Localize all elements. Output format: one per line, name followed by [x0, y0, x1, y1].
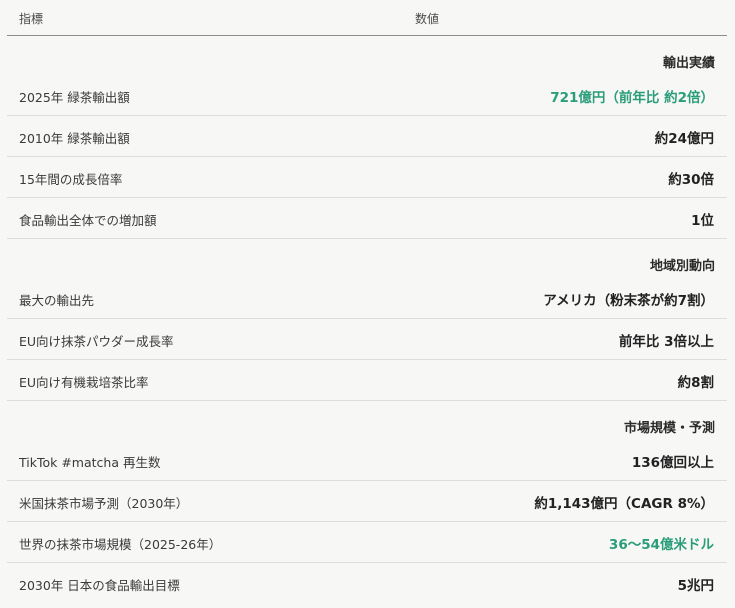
row-label: 2025年 緑茶輸出額	[19, 90, 130, 105]
row-label: 2010年 緑茶輸出額	[19, 131, 130, 146]
row-value: 136億回以上	[631, 455, 714, 471]
table-row: 15年間の成長倍率 約30倍	[7, 157, 727, 198]
table-header: 指標 数値	[7, 0, 727, 36]
row-label: EU向け抹茶パウダー成長率	[19, 334, 174, 349]
row-value: 5兆円	[677, 578, 714, 594]
row-value: 約30倍	[668, 172, 714, 188]
row-value: 約1,143億円（CAGR 8%）	[534, 496, 714, 512]
row-value: 約8割	[677, 375, 714, 391]
section-heading-market-forecast: 市場規模・予測	[623, 421, 715, 436]
row-label: 最大の輸出先	[19, 293, 95, 308]
row-label: 食品輸出全体での増加額	[19, 213, 157, 228]
row-value: アメリカ（粉末茶が約7割）	[543, 293, 714, 309]
table-row: 2030年 日本の食品輸出目標 5兆円	[7, 563, 727, 603]
section-heading-regional-trends: 地域別動向	[649, 259, 715, 274]
row-label: 15年間の成長倍率	[19, 172, 123, 187]
table-row: EU向け抹茶パウダー成長率 前年比 3倍以上	[7, 319, 727, 360]
row-label: EU向け有機栽培茶比率	[19, 375, 149, 390]
row-value: 1位	[691, 213, 714, 229]
row-label: TikTok #matcha 再生数	[19, 455, 161, 470]
row-value: 36〜54億米ドル	[608, 537, 714, 553]
table-row: TikTok #matcha 再生数 136億回以上	[7, 440, 727, 481]
table-row: 食品輸出全体での増加額 1位	[7, 198, 727, 239]
table-row: 最大の輸出先 アメリカ（粉末茶が約7割）	[7, 278, 727, 319]
row-value: 約24億円	[654, 131, 714, 147]
row-label: 米国抹茶市場予測（2030年）	[19, 496, 189, 511]
table-row: 米国抹茶市場予測（2030年） 約1,143億円（CAGR 8%）	[7, 481, 727, 522]
row-label: 2030年 日本の食品輸出目標	[19, 578, 180, 593]
section-heading-export-results: 輸出実績	[662, 56, 715, 71]
table-row: 2010年 緑茶輸出額 約24億円	[7, 116, 727, 157]
table-row: 2025年 緑茶輸出額 721億円（前年比 約2倍）	[7, 75, 727, 116]
column-header-value: 数値	[415, 12, 440, 26]
table-row: EU向け有機栽培茶比率 約8割	[7, 360, 727, 401]
row-label: 世界の抹茶市場規模（2025-26年）	[19, 537, 222, 552]
column-header-indicator: 指標	[19, 12, 44, 26]
row-value: 前年比 3倍以上	[618, 334, 714, 350]
row-value: 721億円（前年比 約2倍）	[550, 90, 714, 106]
table-row: 世界の抹茶市場規模（2025-26年） 36〜54億米ドル	[7, 522, 727, 563]
